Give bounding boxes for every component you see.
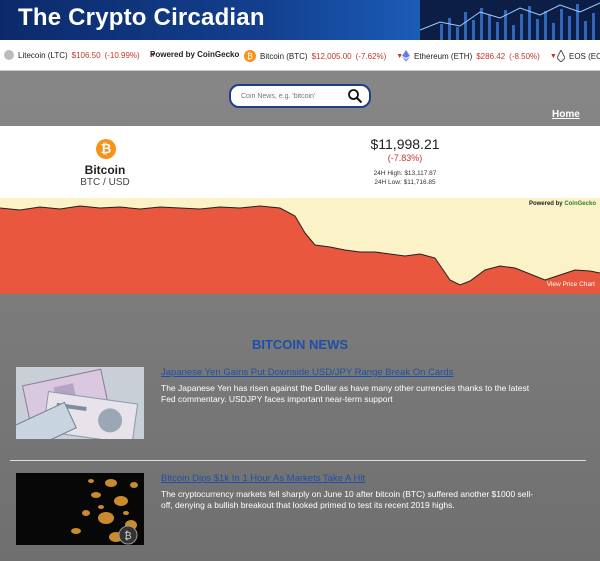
article-title[interactable]: Japanese Yen Gains Put Downside USD/JPY … bbox=[161, 367, 581, 378]
eos-icon bbox=[557, 50, 565, 62]
article-description: The Japanese Yen has risen against the D… bbox=[161, 383, 530, 404]
price-area bbox=[0, 206, 600, 294]
ticker-coin-price: $286.42 bbox=[476, 51, 506, 61]
ticker-coin-change: (-8.50%) bbox=[509, 51, 540, 61]
ticker-coin-name: Bitcoin (BTC) bbox=[260, 51, 308, 61]
powered-by-coingecko[interactable]: Powered by CoinGecko bbox=[529, 201, 596, 207]
high-24h: 24H High: $13,117.87 bbox=[373, 170, 437, 177]
bitcoin-icon: ₿ bbox=[96, 139, 116, 159]
ticker-powered-by[interactable]: Powered by CoinGecko bbox=[150, 50, 239, 59]
ticker-item-ethereum[interactable]: Ethereum (ETH) $286.42 (-8.50%) ▼ bbox=[402, 50, 557, 62]
ticker-coin-price: $12,005.00 bbox=[311, 51, 352, 61]
coin-name: Bitcoin bbox=[84, 163, 126, 177]
article-divider bbox=[10, 460, 586, 461]
ticker-coin-name: Litecoin (LTC) bbox=[18, 50, 68, 60]
news-heading: BITCOIN NEWS bbox=[251, 337, 349, 352]
site-header: The Crypto Circadian bbox=[0, 0, 600, 40]
coin-pair: BTC / USD bbox=[80, 177, 130, 188]
yen-banknotes-image[interactable] bbox=[16, 367, 144, 439]
search-box bbox=[229, 84, 371, 108]
svg-text:₿: ₿ bbox=[124, 530, 131, 542]
search-icon[interactable] bbox=[347, 88, 363, 104]
ticker-coin-name: Ethereum (ETH) bbox=[414, 51, 473, 61]
ticker-coin-price: $106.50 bbox=[71, 50, 101, 60]
caret-down-icon: ▼ bbox=[549, 52, 557, 60]
ticker-item-litecoin[interactable]: Litecoin (LTC) $106.50 (-10.99%) ▼ bbox=[4, 50, 157, 60]
low-24h: 24H Low: $11,716.85 bbox=[374, 179, 436, 186]
bitcoin-icon: ₿ bbox=[244, 50, 256, 62]
header-decoration-image bbox=[420, 0, 600, 40]
price-chart-svg bbox=[0, 205, 600, 294]
svg-text:₿: ₿ bbox=[247, 52, 253, 61]
view-price-chart-link[interactable]: View Price Chart bbox=[547, 281, 595, 288]
home-link[interactable]: Home bbox=[552, 109, 580, 120]
price-change: (-7.83%) bbox=[387, 153, 423, 163]
ticker-item-eos[interactable]: EOS (EOS) bbox=[557, 50, 600, 62]
ethereum-icon bbox=[402, 50, 410, 62]
ticker-powered-label: Powered by CoinGecko bbox=[150, 50, 240, 59]
coingecko-brand: CoinGecko bbox=[564, 201, 596, 207]
ticker-coin-name: EOS (EOS) bbox=[569, 51, 600, 61]
ticker-coin-change: (-10.99%) bbox=[104, 50, 140, 60]
article-title[interactable]: Bitcoin Dips $1k In 1 Hour As Markets Ta… bbox=[161, 473, 581, 484]
litecoin-icon bbox=[4, 50, 14, 60]
article-description: The cryptocurrency markets fell sharply … bbox=[161, 489, 534, 510]
ticker-item-bitcoin[interactable]: ₿ Bitcoin (BTC) $12,005.00 (-7.62%) ▼ bbox=[244, 50, 403, 62]
search-input[interactable] bbox=[239, 89, 348, 104]
price-chart[interactable] bbox=[0, 198, 600, 294]
falling-bitcoins-image[interactable]: ₿ bbox=[16, 473, 144, 545]
price-ticker: Litecoin (LTC) $106.50 (-10.99%) ▼ Power… bbox=[0, 40, 600, 71]
site-title[interactable]: The Crypto Circadian bbox=[18, 4, 265, 32]
ticker-coin-change: (-7.62%) bbox=[355, 51, 387, 61]
current-price: $11,998.21 bbox=[370, 136, 440, 152]
powered-prefix: Powered by bbox=[528, 201, 565, 207]
